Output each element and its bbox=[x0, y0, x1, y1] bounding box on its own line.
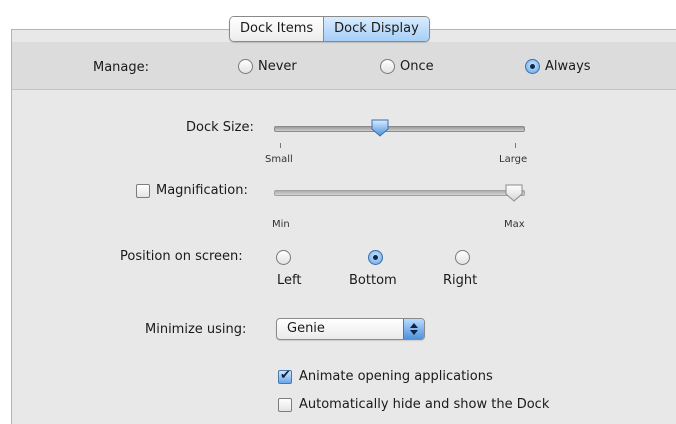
manage-always-radio[interactable] bbox=[525, 59, 540, 74]
animate-label: Animate opening applications bbox=[299, 369, 493, 384]
animate-checkbox[interactable] bbox=[278, 368, 292, 384]
position-right-radio[interactable] bbox=[455, 250, 470, 265]
manage-always-label: Always bbox=[545, 59, 591, 74]
magnification-max-label: Max bbox=[504, 219, 525, 230]
manage-never-option[interactable]: Never bbox=[238, 59, 297, 74]
magnification-slider-thumb[interactable] bbox=[505, 184, 523, 202]
dock-size-slider-thumb[interactable] bbox=[371, 119, 389, 137]
position-label: Position on screen: bbox=[120, 249, 243, 264]
minimize-label: Minimize using: bbox=[145, 322, 247, 337]
dock-size-max-tick bbox=[515, 143, 516, 148]
dock-size-label: Dock Size: bbox=[186, 120, 254, 135]
manage-once-option[interactable]: Once bbox=[380, 59, 434, 74]
magnification-checkbox[interactable] bbox=[136, 184, 150, 198]
magnification-slider-track[interactable] bbox=[274, 190, 525, 196]
manage-once-label: Once bbox=[400, 59, 434, 74]
position-bottom-radio[interactable] bbox=[368, 250, 383, 265]
dock-size-slider-track[interactable] bbox=[274, 126, 525, 132]
manage-strip: Manage: Never Once Always bbox=[11, 42, 676, 90]
magnification-min-label: Min bbox=[272, 219, 290, 230]
dock-size-max-label: Large bbox=[499, 154, 528, 165]
magnification-label: Magnification: bbox=[156, 183, 248, 198]
tab-bar: Dock Items Dock Display bbox=[229, 16, 430, 42]
minimize-effect-popup[interactable]: Genie bbox=[276, 318, 425, 340]
tab-dock-items[interactable]: Dock Items bbox=[230, 17, 324, 41]
minimize-effect-value: Genie bbox=[287, 321, 325, 336]
manage-never-radio[interactable] bbox=[238, 59, 253, 74]
manage-always-option[interactable]: Always bbox=[525, 59, 591, 74]
dock-size-min-tick bbox=[280, 143, 281, 148]
dock-size-min-label: Small bbox=[265, 154, 293, 165]
position-bottom-label: Bottom bbox=[349, 273, 397, 288]
position-right-label: Right bbox=[443, 273, 478, 288]
autohide-checkbox[interactable] bbox=[278, 398, 292, 412]
position-left-radio[interactable] bbox=[276, 250, 291, 265]
position-left-label: Left bbox=[277, 273, 302, 288]
autohide-label: Automatically hide and show the Dock bbox=[299, 397, 550, 412]
slider-thumb-icon bbox=[371, 119, 389, 137]
manage-never-label: Never bbox=[258, 59, 297, 74]
manage-once-radio[interactable] bbox=[380, 59, 395, 74]
slider-thumb-icon bbox=[505, 184, 523, 202]
tab-dock-display[interactable]: Dock Display bbox=[323, 17, 429, 41]
popup-arrows-icon bbox=[403, 319, 424, 339]
manage-label: Manage: bbox=[93, 60, 150, 75]
